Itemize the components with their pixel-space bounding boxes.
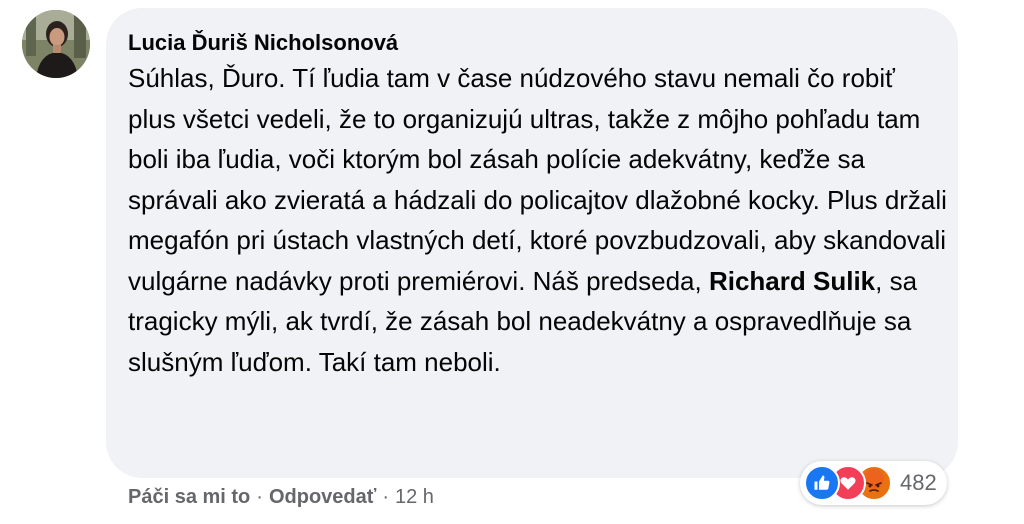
comment-text: Súhlas, Ďuro. Tí ľudia tam v čase núdzov…	[128, 58, 948, 382]
avatar-photo	[22, 10, 90, 78]
reaction-count: 482	[900, 470, 937, 495]
like-button[interactable]: Páči sa mi to	[128, 486, 250, 509]
avatar[interactable]	[22, 10, 90, 78]
mention-link[interactable]: Richard Sulik	[709, 266, 875, 296]
comment-actions: Páči sa mi to · Odpovedať · 12 h	[128, 486, 434, 509]
separator: ·	[256, 486, 263, 508]
comment: Lucia Ďuriš Nicholsonová Súhlas, Ďuro. T…	[0, 0, 1024, 524]
reply-button[interactable]: Odpovedať	[269, 486, 376, 509]
comment-author[interactable]: Lucia Ďuriš Nicholsonová	[128, 30, 398, 56]
reactions-summary[interactable]: 482	[800, 461, 947, 505]
comment-text-part: Súhlas, Ďuro. Tí ľudia tam v čase núdzov…	[128, 63, 947, 296]
like-icon	[804, 465, 840, 501]
timestamp[interactable]: 12 h	[395, 486, 434, 509]
separator: ·	[382, 486, 389, 508]
